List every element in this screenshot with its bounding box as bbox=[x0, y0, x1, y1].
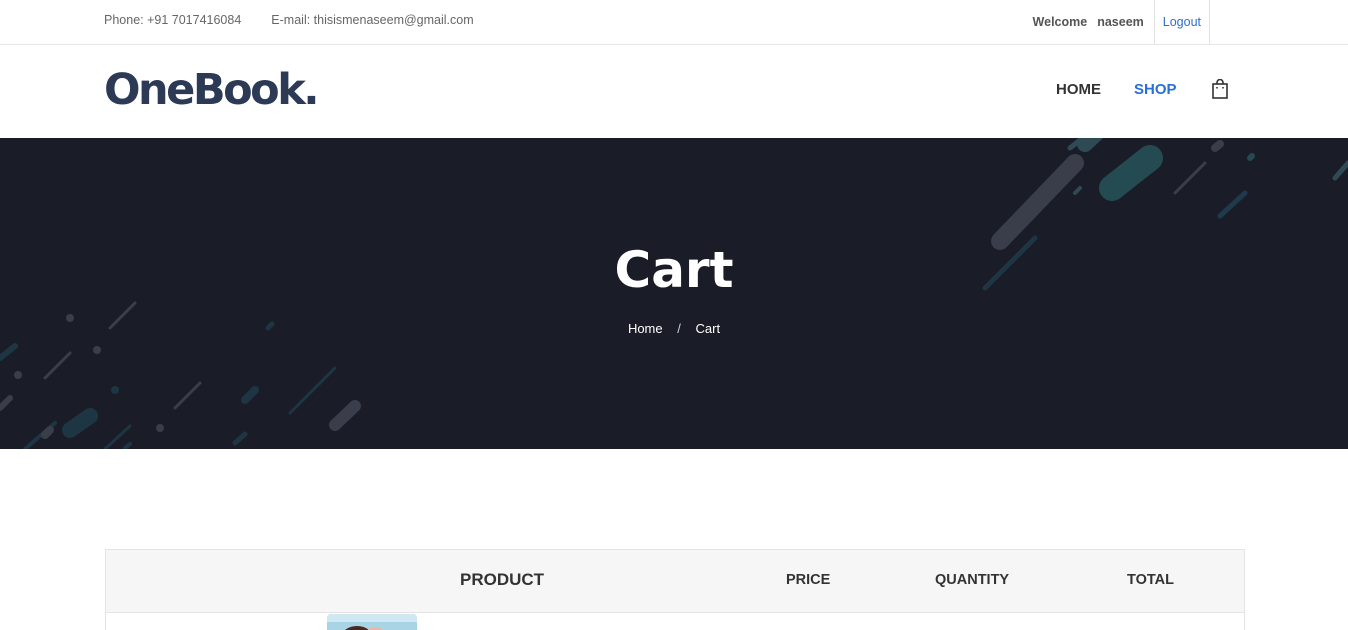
column-quantity: QUANTITY bbox=[935, 572, 1010, 588]
shopping-bag-icon[interactable] bbox=[1211, 78, 1229, 99]
table-row bbox=[106, 613, 1244, 630]
logout-link[interactable]: Logout bbox=[1153, 0, 1210, 44]
user-area: Welcome naseem Logout bbox=[1033, 0, 1210, 44]
cart-table-header: PRODUCT PRICE QUANTITY TOTAL bbox=[106, 550, 1244, 613]
contact-info: Phone: +91 7017416084 E-mail: thisismena… bbox=[104, 13, 474, 27]
username: naseem bbox=[1097, 15, 1144, 29]
breadcrumb-current: Cart bbox=[695, 321, 721, 336]
nav-home[interactable]: HOME bbox=[1056, 81, 1101, 98]
top-bar: Phone: +91 7017416084 E-mail: thisismena… bbox=[0, 0, 1348, 45]
column-price: PRICE bbox=[786, 572, 831, 588]
main-nav: HOME SHOP bbox=[1056, 81, 1177, 98]
email-text: E-mail: thisismenaseem@gmail.com bbox=[271, 13, 474, 27]
breadcrumb: Home / Cart bbox=[0, 321, 1348, 336]
page-title: Cart bbox=[614, 241, 734, 299]
product-thumbnail[interactable] bbox=[327, 614, 417, 630]
logo[interactable]: OneBook. bbox=[104, 65, 320, 115]
nav-shop[interactable]: SHOP bbox=[1134, 81, 1177, 98]
page-banner: Cart Home / Cart bbox=[0, 138, 1348, 449]
cart-table: PRODUCT PRICE QUANTITY TOTAL bbox=[105, 549, 1245, 630]
column-product: PRODUCT bbox=[460, 570, 545, 589]
site-header: OneBook. HOME SHOP bbox=[0, 45, 1348, 138]
phone-text: Phone: +91 7017416084 bbox=[104, 13, 242, 27]
breadcrumb-home[interactable]: Home bbox=[628, 321, 663, 336]
column-total: TOTAL bbox=[1127, 572, 1174, 588]
breadcrumb-separator: / bbox=[677, 321, 681, 336]
welcome-label: Welcome bbox=[1032, 15, 1088, 29]
